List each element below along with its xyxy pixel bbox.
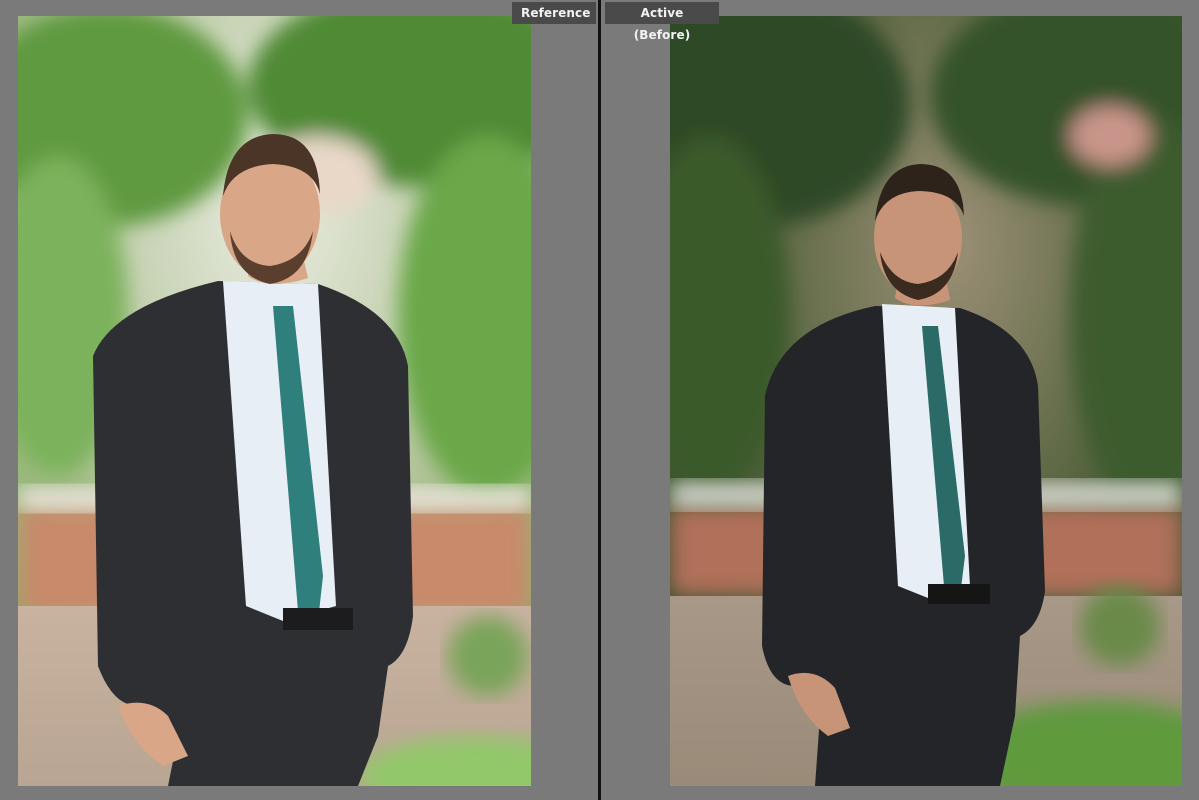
reference-label: Reference <box>512 2 596 24</box>
active-photo[interactable] <box>670 16 1182 786</box>
reference-photo[interactable] <box>18 16 531 786</box>
active-before-label: Active (Before) <box>605 2 719 42</box>
portrait-photo-icon <box>18 16 531 786</box>
panel-divider[interactable] <box>598 0 601 800</box>
compare-view: Reference Active (Before) <box>0 0 1199 800</box>
portrait-photo-icon <box>670 16 1182 786</box>
